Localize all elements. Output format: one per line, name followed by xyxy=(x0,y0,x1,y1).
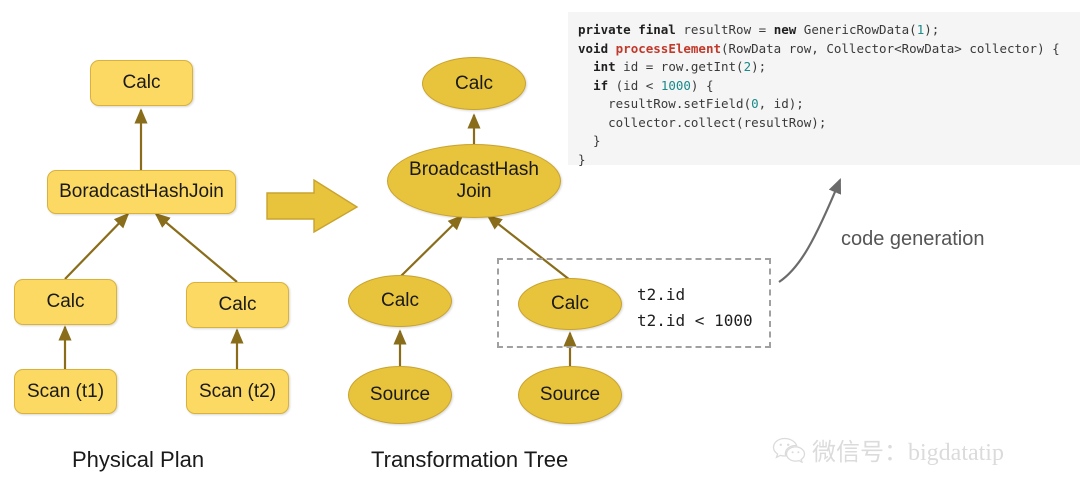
node-label: Calc xyxy=(380,290,419,311)
physical-plan-caption: Physical Plan xyxy=(72,447,205,472)
node-label: Calc xyxy=(218,294,257,315)
physical-plan-edges xyxy=(58,108,244,369)
physical-node-broadcast-hash-join[interactable]: BoradcastHashJoin xyxy=(47,170,236,214)
node-label-line2: Join xyxy=(456,181,492,202)
code-generation-label: code generation xyxy=(841,228,985,250)
node-label: Source xyxy=(539,384,601,405)
node-label: Scan (t1) xyxy=(26,380,105,402)
expression-line-1: t2.id xyxy=(637,285,686,304)
generated-code-text: private final resultRow = new GenericRow… xyxy=(578,22,1060,167)
watermark: 微信号：bigdatatip xyxy=(772,432,1004,467)
physical-node-scan-t2[interactable]: Scan (t2) xyxy=(186,369,289,414)
expression-annotation-box xyxy=(497,258,771,348)
physical-node-right-calc[interactable]: Calc xyxy=(186,282,289,328)
node-label: Scan (t2) xyxy=(198,380,277,402)
node-label: Calc xyxy=(46,291,85,312)
physical-node-scan-t1[interactable]: Scan (t1) xyxy=(14,369,117,414)
transform-arrow-icon xyxy=(266,178,359,234)
wechat-icon xyxy=(772,437,806,463)
watermark-text: 微信号：bigdatatip xyxy=(812,440,1004,466)
node-label: Calc xyxy=(454,72,493,94)
expression-line-2: t2.id < 1000 xyxy=(637,311,753,330)
physical-node-root-calc[interactable]: Calc xyxy=(90,60,193,106)
transform-node-root-calc[interactable]: Calc xyxy=(422,57,526,110)
transform-node-left-source[interactable]: Source xyxy=(348,366,452,424)
edge-right-calc-to-join xyxy=(154,212,238,283)
node-label: Source xyxy=(369,384,431,405)
generated-code-panel: private final resultRow = new GenericRow… xyxy=(568,12,1080,167)
transform-node-broadcast-hash-join[interactable]: BroadcastHash Join xyxy=(387,144,561,218)
node-label: BoradcastHashJoin xyxy=(59,181,224,202)
diagram-canvas: private final resultRow = new GenericRow… xyxy=(0,0,1080,500)
node-label-line1: BroadcastHash xyxy=(409,159,539,180)
edge-tleft-calc-to-tjoin xyxy=(399,214,464,278)
physical-node-left-calc[interactable]: Calc xyxy=(14,279,117,325)
edge-left-calc-to-join xyxy=(64,212,130,280)
node-label: Calc xyxy=(122,72,161,93)
transform-node-left-calc[interactable]: Calc xyxy=(348,275,452,327)
transform-node-right-source[interactable]: Source xyxy=(518,366,622,424)
code-generation-arrow xyxy=(778,177,842,283)
transformation-tree-caption: Transformation Tree xyxy=(371,447,569,472)
